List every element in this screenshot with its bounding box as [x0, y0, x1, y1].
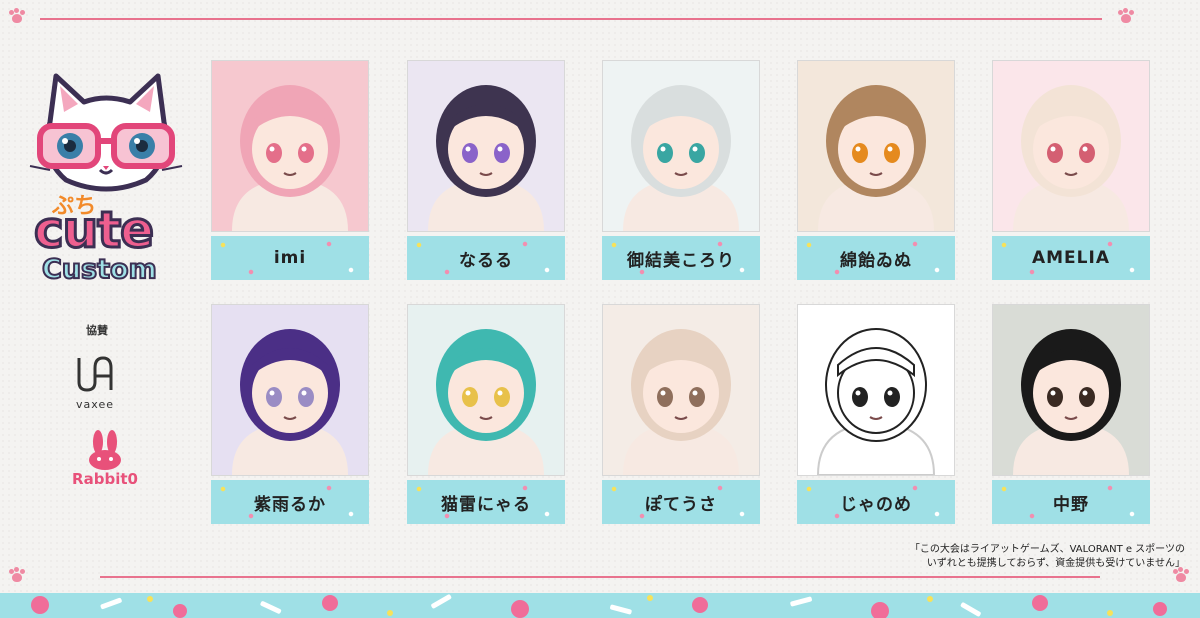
player-card: 御結美ころり [602, 60, 760, 284]
player-card: なるる [407, 60, 565, 284]
paw-icon [1117, 8, 1135, 24]
player-portrait [407, 304, 565, 476]
player-card: 紫雨るか [211, 304, 369, 528]
player-card: 猫雷にゃる [407, 304, 565, 528]
player-nameplate: AMELIA [992, 236, 1150, 280]
player-card: ぽてうさ [602, 304, 760, 528]
sponsor-rabbit0-name: Rabbit0 [72, 470, 138, 488]
avatar-illustration-icon [623, 329, 739, 475]
avatar-illustration-icon [816, 328, 936, 475]
logo-main-text: cute [32, 201, 155, 260]
player-portrait [797, 60, 955, 232]
player-name: AMELIA [1031, 248, 1110, 268]
disclaimer-line-1: 「この大会はライアットゲームズ、VALORANT e スポーツの [909, 544, 1185, 555]
avatar-illustration-icon [1013, 85, 1129, 231]
sponsor-vaxee: vaxee [64, 356, 126, 411]
player-name: じゃのめ [840, 494, 912, 515]
paw-icon [1172, 567, 1190, 583]
candy-pattern-icon [31, 594, 1167, 618]
player-nameplate: 紫雨るか [211, 480, 369, 524]
player-portrait [211, 304, 369, 476]
avatar-illustration-icon [428, 329, 544, 475]
bottom-divider [100, 576, 1100, 578]
player-portrait [211, 60, 369, 232]
player-nameplate: 猫雷にゃる [407, 480, 565, 524]
avatar-illustration-icon [232, 329, 348, 475]
player-nameplate: imi [211, 236, 369, 280]
avatar-illustration-icon [1013, 329, 1129, 475]
avatar-illustration-icon [818, 85, 934, 231]
event-logo: ぷち cute Custom [26, 62, 186, 292]
player-name: 中野 [1053, 494, 1089, 515]
player-nameplate: 綿飴ゐぬ [797, 236, 955, 280]
player-nameplate: 御結美ころり [602, 236, 760, 280]
player-portrait [602, 304, 760, 476]
player-card: AMELIA [992, 60, 1150, 284]
player-card: じゃのめ [797, 304, 955, 528]
player-portrait [992, 304, 1150, 476]
logo-sub-text: Custom [41, 253, 158, 286]
player-portrait [602, 60, 760, 232]
player-nameplate: 中野 [992, 480, 1150, 524]
avatar-illustration-icon [623, 85, 739, 231]
vaxee-logo-icon [77, 356, 113, 392]
player-name: 御結美ころり [627, 250, 735, 271]
sponsor-label: 協賛 [86, 324, 108, 337]
candy-band [0, 593, 1200, 618]
paw-icon [8, 567, 26, 583]
avatar-illustration-icon [428, 85, 544, 231]
disclaimer-text: 「この大会はライアットゲームズ、VALORANT e スポーツの いずれとも提携… [905, 543, 1185, 571]
player-name: ぽてうさ [645, 494, 717, 515]
paw-icon [8, 8, 26, 24]
player-card: imi [211, 60, 369, 284]
disclaimer-line-2: いずれとも提携しておらず、資金提供も受けていません」 [926, 558, 1185, 569]
sponsor-vaxee-name: vaxee [76, 398, 114, 411]
player-portrait [992, 60, 1150, 232]
player-nameplate: じゃのめ [797, 480, 955, 524]
player-card: 綿飴ゐぬ [797, 60, 955, 284]
player-portrait [407, 60, 565, 232]
player-name: 猫雷にゃる [441, 494, 531, 515]
player-name: 紫雨るか [254, 494, 326, 515]
player-nameplate: なるる [407, 236, 565, 280]
sponsor-rabbit0: Rabbit0 [60, 430, 150, 488]
rabbit-logo-icon [89, 430, 121, 470]
player-nameplate: ぽてうさ [602, 480, 760, 524]
player-name: なるる [459, 250, 513, 271]
top-divider [40, 18, 1102, 20]
avatar-illustration-icon [232, 85, 348, 231]
player-name: 綿飴ゐぬ [840, 250, 912, 271]
player-portrait [797, 304, 955, 476]
player-name: imi [273, 248, 307, 268]
player-card: 中野 [992, 304, 1150, 528]
